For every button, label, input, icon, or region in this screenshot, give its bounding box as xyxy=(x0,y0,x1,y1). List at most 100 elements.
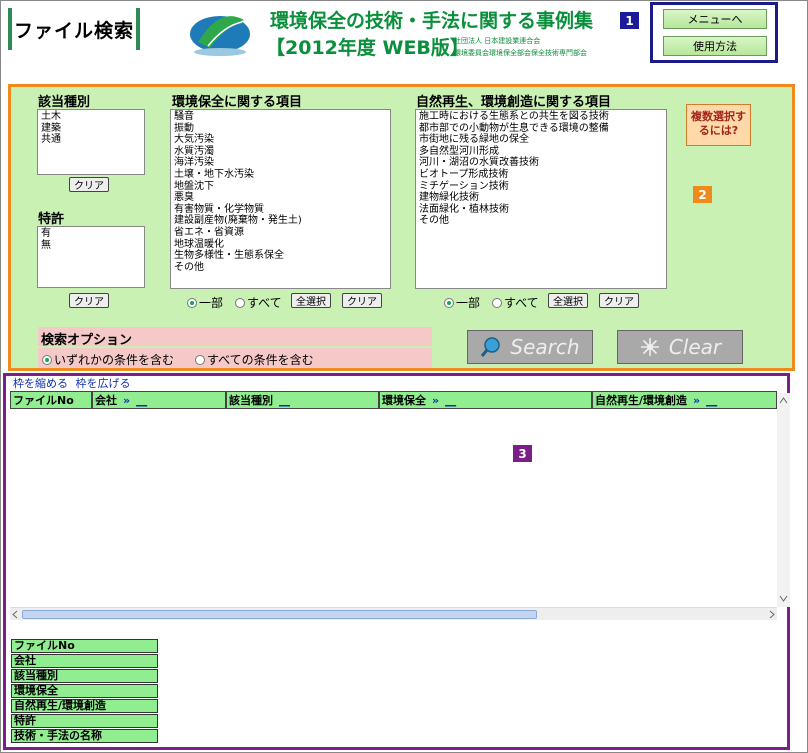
page-title: ファイル検索 xyxy=(13,19,134,42)
scroll-arrows-icon xyxy=(779,397,788,602)
magnifier-icon xyxy=(481,337,501,357)
org-name-line2: 環境委員会環境保全部会保全技術専門部会 xyxy=(454,49,587,57)
shrink-frame-link[interactable]: 枠を縮める xyxy=(13,377,68,390)
list-item[interactable]: 共通 xyxy=(41,134,141,146)
list-item[interactable]: 建築 xyxy=(41,123,141,135)
env-list[interactable]: 騒音 振動 大気汚染 水質汚濁 海洋汚染 土壌・地下水汚染 地盤沈下 悪臭 有害… xyxy=(170,109,391,289)
nature-select-all-button[interactable]: 全選択 xyxy=(548,293,588,308)
list-item[interactable]: 河川・湖沼の水質改善技術 xyxy=(419,157,663,169)
search-options-body: いずれかの条件を含む すべての条件を含む xyxy=(38,348,432,368)
list-item[interactable]: 建物緑化技術 xyxy=(419,192,663,204)
search-button[interactable]: Search xyxy=(467,330,593,364)
list-item[interactable]: 建設副産物(廃棄物・発生土) xyxy=(174,215,387,227)
section-badge-3: 3 xyxy=(513,445,532,462)
list-item[interactable]: 地盤沈下 xyxy=(174,181,387,193)
env-label: 環境保全に関する項目 xyxy=(172,95,303,110)
list-item[interactable]: 大気汚染 xyxy=(174,134,387,146)
list-item[interactable]: ミチゲーション技術 xyxy=(419,181,663,193)
menu-button[interactable]: メニューへ xyxy=(663,9,767,29)
list-item[interactable]: 該当種別 xyxy=(11,669,158,683)
list-item[interactable]: 騒音 xyxy=(174,111,387,123)
column-header-env[interactable]: 環境保全 » __ xyxy=(379,391,592,409)
list-item[interactable]: 有害物質・化学物質 xyxy=(174,204,387,216)
expand-arrow-icon[interactable]: » xyxy=(693,394,700,407)
list-item[interactable]: ビオトープ形成技術 xyxy=(419,169,663,181)
env-select-all-button[interactable]: 全選択 xyxy=(291,293,331,308)
column-header-nature[interactable]: 自然再生/環境創造 » __ xyxy=(592,391,777,409)
option-all-radio[interactable]: すべての条件を含む xyxy=(195,351,314,368)
app-subtitle: 【2012年度 WEB版】 xyxy=(266,37,469,59)
results-table-header: ファイルNo 会社 » __ 該当種別 __ 環境保全 » __ 自然再生/環境… xyxy=(10,391,777,409)
clear-button[interactable]: Clear xyxy=(617,330,743,364)
category-list[interactable]: 土木 建築 共通 xyxy=(37,109,145,175)
scroll-thumb[interactable] xyxy=(22,610,537,619)
radio-label: いずれかの条件を含む xyxy=(54,353,175,367)
option-any-radio[interactable]: いずれかの条件を含む xyxy=(42,351,174,368)
radio-label: すべての条件を含む xyxy=(207,353,314,367)
list-item[interactable]: 法面緑化・植林技術 xyxy=(419,204,663,216)
list-item[interactable]: 水質汚濁 xyxy=(174,146,387,158)
sparkle-icon xyxy=(640,338,659,356)
list-item[interactable]: 会社 xyxy=(11,654,158,668)
list-item[interactable]: 生物多様性・生態系保全 xyxy=(174,250,387,262)
horizontal-scrollbar[interactable] xyxy=(10,607,777,620)
nature-list[interactable]: 施工時における生態系との共生を図る技術 都市部での小動物が生息できる環境の整備 … xyxy=(415,109,667,289)
list-item[interactable]: 有 xyxy=(41,228,141,240)
patent-list[interactable]: 有 無 xyxy=(37,226,145,288)
list-item[interactable]: 多自然型河川形成 xyxy=(419,146,663,158)
vertical-scrollbar[interactable] xyxy=(777,393,790,607)
radio-selected-icon[interactable] xyxy=(187,297,197,308)
radio-label: すべて xyxy=(504,296,539,310)
radio-icon[interactable] xyxy=(195,354,205,365)
column-header-category[interactable]: 該当種別 __ xyxy=(226,391,379,409)
column-header-company[interactable]: 会社 » __ xyxy=(92,391,226,409)
list-item[interactable]: ファイルNo xyxy=(11,639,158,653)
page-title-box: ファイル検索 xyxy=(8,8,140,50)
nature-radio-all[interactable]: すべて xyxy=(492,294,539,311)
patent-clear-button[interactable]: クリア xyxy=(69,293,109,308)
search-button-label: Search xyxy=(510,335,580,359)
env-clear-button[interactable]: クリア xyxy=(342,293,382,308)
list-item[interactable]: 海洋汚染 xyxy=(174,157,387,169)
list-item[interactable]: 環境保全 xyxy=(11,684,158,698)
radio-label: すべて xyxy=(247,296,282,310)
expand-arrow-icon[interactable]: » xyxy=(432,394,439,407)
env-radio-partial[interactable]: 一部 xyxy=(187,294,223,311)
field-list: ファイルNo 会社 該当種別 環境保全 自然再生/環境創造 特許 技術・手法の名… xyxy=(11,639,158,744)
list-item[interactable]: 特許 xyxy=(11,714,158,728)
radio-selected-icon[interactable] xyxy=(444,297,454,308)
list-item[interactable]: 施工時における生態系との共生を図る技術 xyxy=(419,111,663,123)
clear-button-label: Clear xyxy=(668,335,722,359)
env-radio-all[interactable]: すべて xyxy=(235,294,282,311)
multi-select-help-button[interactable]: 複数選択するには? xyxy=(686,104,751,146)
list-item[interactable]: 自然再生/環境創造 xyxy=(11,699,158,713)
expand-arrow-icon[interactable]: » xyxy=(123,394,130,407)
list-item[interactable]: 技術・手法の名称 xyxy=(11,729,158,743)
list-item[interactable]: 土木 xyxy=(41,111,141,123)
list-item[interactable]: 都市部での小動物が生息できる環境の整備 xyxy=(419,123,663,135)
list-item[interactable]: 悪臭 xyxy=(174,192,387,204)
nature-label: 自然再生、環境創造に関する項目 xyxy=(416,95,612,110)
list-item[interactable]: その他 xyxy=(419,215,663,227)
column-header-file-no[interactable]: ファイルNo xyxy=(10,391,92,409)
radio-icon[interactable] xyxy=(492,297,502,308)
list-item[interactable]: 市街地に残る緑地の保全 xyxy=(419,134,663,146)
list-item[interactable]: 土壌・地下水汚染 xyxy=(174,169,387,181)
usage-button[interactable]: 使用方法 xyxy=(663,36,767,56)
nature-radio-partial[interactable]: 一部 xyxy=(444,294,480,311)
search-panel: 該当種別 土木 建築 共通 クリア 特許 有 無 クリア 環境保全に関する項目 … xyxy=(8,84,795,371)
list-item[interactable]: その他 xyxy=(174,262,387,274)
radio-icon[interactable] xyxy=(235,297,245,308)
list-item[interactable]: 地球温暖化 xyxy=(174,239,387,251)
org-name-line1: 社団法人 日本建設業連合会 xyxy=(454,37,541,45)
radio-label: 一部 xyxy=(199,296,224,310)
category-clear-button[interactable]: クリア xyxy=(69,177,109,192)
list-item[interactable]: 省エネ・省資源 xyxy=(174,227,387,239)
nature-clear-button[interactable]: クリア xyxy=(599,293,639,308)
section-badge-2: 2 xyxy=(693,186,712,203)
list-item[interactable]: 無 xyxy=(41,240,141,252)
expand-frame-link[interactable]: 枠を広げる xyxy=(76,377,131,390)
category-label: 該当種別 xyxy=(38,95,91,110)
list-item[interactable]: 振動 xyxy=(174,123,387,135)
radio-selected-icon[interactable] xyxy=(42,354,52,365)
